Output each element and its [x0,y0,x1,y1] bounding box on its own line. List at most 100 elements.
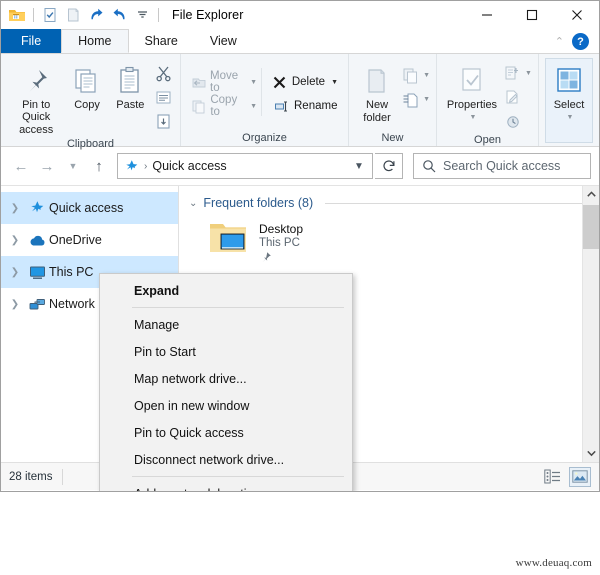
nav-item-onedrive[interactable]: ❯ OneDrive [1,224,178,256]
tab-file[interactable]: File [1,29,62,53]
pin-to-quick-access-button[interactable]: Pin to Quick access [7,58,65,136]
rename-button[interactable]: Rename [268,94,342,118]
nav-item-label: This PC [49,265,94,279]
tile-name: Desktop [259,222,304,236]
properties-label: Properties [446,99,498,111]
up-button[interactable]: ↑ [87,153,111,179]
customize-qat-icon[interactable] [132,5,152,25]
ribbon-group-select: Select ▼ [539,54,599,146]
context-menu-item-pin-to-start[interactable]: Pin to Start [100,338,352,365]
chevron-right-icon[interactable]: ❯ [5,203,25,214]
rename-icon [272,97,290,115]
context-menu-item-expand[interactable]: Expand [100,277,352,304]
minimize-button[interactable] [464,1,509,29]
properties-icon [459,64,485,98]
redo-icon[interactable] [86,5,106,25]
paste-icon [117,64,143,98]
search-box[interactable]: Search Quick access [413,153,591,179]
tab-share[interactable]: Share [129,29,194,53]
easy-access-chevron-down-icon[interactable]: ▼ [423,96,430,103]
scroll-down-button[interactable] [583,445,599,462]
tab-home[interactable]: Home [61,29,129,53]
easy-access-icon[interactable] [399,88,421,110]
open-icon[interactable] [501,62,523,84]
context-menu-item-open-in-new-window[interactable]: Open in new window [100,392,352,419]
select-chevron-down-icon[interactable]: ▼ [567,114,574,121]
context-menu-separator [132,476,344,477]
new-item-icon[interactable] [399,64,421,86]
nav-item-label: Network [49,297,95,311]
paste-button[interactable]: Paste [109,58,152,111]
frequent-folders-header[interactable]: ⌄ Frequent folders (8) [179,186,599,214]
properties-icon[interactable] [40,5,60,25]
maximize-button[interactable] [509,1,554,29]
scroll-up-button[interactable] [583,186,599,203]
nav-item-label: OneDrive [49,233,102,247]
new-folder-icon [363,64,391,98]
explorer-icon[interactable] [7,5,27,25]
move-to-chevron-down-icon[interactable]: ▼ [250,79,257,86]
undo-icon[interactable] [109,5,129,25]
quick-access-toolbar [1,5,162,25]
search-input[interactable]: Search Quick access [443,159,560,173]
select-button[interactable]: Select ▼ [545,58,593,143]
delete-button[interactable]: Delete ▼ [268,70,342,94]
context-menu-item-pin-to-quick-access[interactable]: Pin to Quick access [100,419,352,446]
desktop-folder-icon [207,220,249,261]
nav-item-quick-access[interactable]: ❯ Quick access [1,192,178,224]
properties-chevron-down-icon[interactable]: ▼ [470,112,477,124]
back-button[interactable]: ← [9,153,33,179]
delete-label: Delete [291,76,326,88]
collapse-ribbon-icon[interactable]: ⌃ [555,35,564,48]
context-menu-item-disconnect-network-drive[interactable]: Disconnect network drive... [100,446,352,473]
details-view-button[interactable] [541,467,563,487]
open-chevron-down-icon[interactable]: ▼ [525,70,532,77]
address-bar[interactable]: › Quick access ▼ [117,153,373,179]
qat-separator-2 [158,8,159,22]
cut-icon[interactable] [152,62,174,84]
context-menu-separator [132,307,344,308]
copy-label: Copy [74,99,100,111]
move-to-button[interactable]: Move to ▼ [187,70,261,94]
context-menu-item-manage[interactable]: Manage [100,311,352,338]
close-button[interactable] [554,1,599,29]
breadcrumb-separator: › [144,160,148,172]
context-menu-item-add-network-location[interactable]: Add a network location [100,480,352,492]
recent-locations-button[interactable]: ▼ [61,153,85,179]
chevron-right-icon[interactable]: ❯ [5,235,25,246]
paste-shortcut-icon[interactable] [152,110,174,132]
new-small-icons: ▼ ▼ [399,58,430,110]
edit-icon[interactable] [501,86,523,108]
chevron-right-icon[interactable]: ❯ [5,299,25,310]
refresh-button[interactable] [375,153,403,179]
copy-button[interactable]: Copy [65,58,108,111]
tab-view[interactable]: View [194,29,253,53]
screenshot-root: File Explorer File Home Share View ⌃ ? P… [0,0,600,575]
context-menu[interactable]: Expand Manage Pin to Start Map network d… [99,273,353,492]
copy-path-icon[interactable] [152,86,174,108]
scrollbar-thumb[interactable] [583,205,599,249]
help-icon[interactable]: ? [572,33,589,50]
chevron-down-icon[interactable]: ⌄ [189,198,197,209]
delete-chevron-down-icon[interactable]: ▼ [331,79,338,86]
context-menu-item-map-network-drive[interactable]: Map network drive... [100,365,352,392]
new-folder-button[interactable]: New folder [355,58,399,124]
large-icons-view-button[interactable] [569,466,591,487]
chevron-right-icon[interactable]: ❯ [5,267,25,278]
new-folder-icon[interactable] [63,5,83,25]
copy-to-button[interactable]: Copy to ▼ [187,94,261,118]
address-chevron-down-icon[interactable]: ▼ [348,161,370,172]
list-item[interactable]: Desktop This PC [179,214,599,269]
content-scrollbar[interactable] [582,186,599,462]
new-item-chevron-down-icon[interactable]: ▼ [423,72,430,79]
properties-button[interactable]: Properties ▼ [443,58,501,124]
breadcrumb-label[interactable]: Quick access [152,159,226,173]
new-folder-label-1: New [366,99,389,111]
copy-to-chevron-down-icon[interactable]: ▼ [250,103,257,110]
organize-col-1: Move to ▼ Copy to ▼ [187,66,261,118]
network-icon [25,297,49,312]
forward-button[interactable]: → [35,153,59,179]
qat-separator [33,8,34,22]
status-divider [62,468,64,485]
history-icon[interactable] [501,110,523,132]
